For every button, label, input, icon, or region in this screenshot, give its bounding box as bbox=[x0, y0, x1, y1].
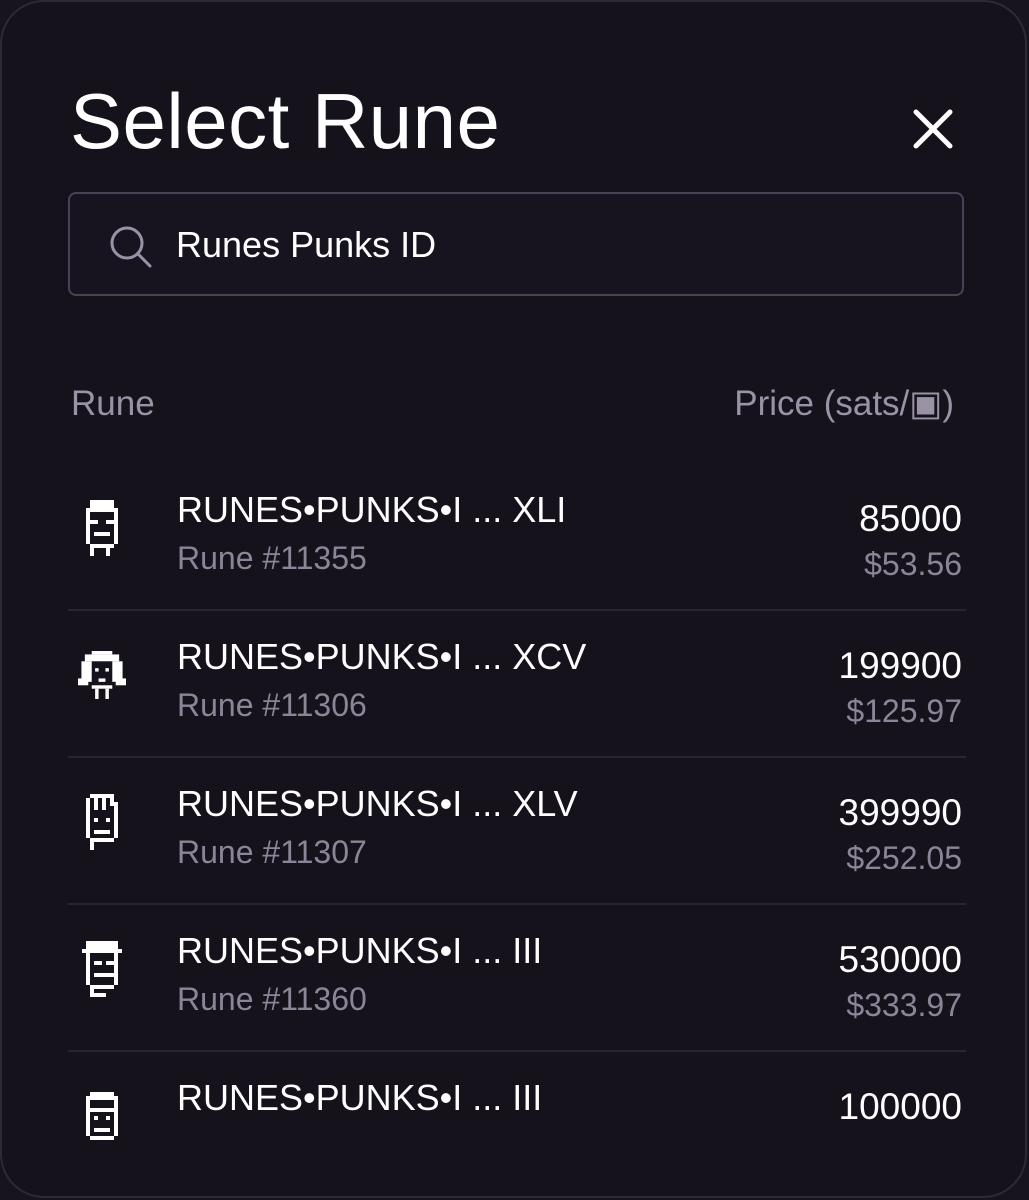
punk-avatar-icon bbox=[78, 651, 126, 699]
rune-row[interactable]: RUNES•PUNKS•I ... XLI Rune #11355 85000 … bbox=[68, 464, 966, 611]
rune-name: RUNES•PUNKS•I ... III bbox=[177, 930, 543, 971]
punk-avatar-icon bbox=[86, 1092, 118, 1140]
rune-number: Rune #11355 bbox=[177, 540, 367, 576]
price-usd: $252.05 bbox=[846, 840, 962, 876]
price-usd: $125.97 bbox=[846, 693, 962, 729]
column-header-rune: Rune bbox=[71, 384, 155, 423]
rune-name: RUNES•PUNKS•I ... XLI bbox=[177, 489, 567, 530]
rune-row[interactable]: RUNES•PUNKS•I ... XCV Rune #11306 199900… bbox=[68, 611, 966, 758]
rune-name: RUNES•PUNKS•I ... III bbox=[177, 1077, 543, 1118]
price-usd: $333.97 bbox=[846, 987, 962, 1023]
modal-title: Select Rune bbox=[70, 77, 501, 165]
price-sats: 530000 bbox=[838, 939, 962, 980]
punk-avatar-icon bbox=[82, 941, 122, 997]
punk-avatar-icon bbox=[86, 794, 118, 850]
price-sats: 199900 bbox=[838, 645, 962, 686]
price-usd: $53.56 bbox=[864, 546, 962, 582]
search-box[interactable] bbox=[68, 192, 964, 296]
punk-avatar-icon bbox=[86, 500, 118, 556]
rune-name: RUNES•PUNKS•I ... XCV bbox=[177, 636, 587, 677]
rune-row[interactable]: RUNES•PUNKS•I ... III Rune #11360 530000… bbox=[68, 905, 966, 1052]
search-icon bbox=[110, 226, 152, 268]
rune-number: Rune #11306 bbox=[177, 687, 367, 723]
search-input[interactable] bbox=[176, 216, 936, 274]
select-rune-modal: Select Rune Rune Price (sats/▣) bbox=[0, 0, 1027, 1198]
rune-list: RUNES•PUNKS•I ... XLI Rune #11355 85000 … bbox=[68, 464, 966, 1196]
close-button[interactable] bbox=[906, 102, 960, 156]
price-sats: 399990 bbox=[838, 792, 962, 833]
column-header-price[interactable]: Price (sats/▣) bbox=[734, 386, 954, 421]
price-sats: 85000 bbox=[859, 498, 962, 539]
close-icon bbox=[913, 109, 953, 149]
price-sats: 100000 bbox=[838, 1086, 962, 1127]
rune-number: Rune #11360 bbox=[177, 981, 367, 1017]
rune-name: RUNES•PUNKS•I ... XLV bbox=[177, 783, 578, 824]
rune-row[interactable]: RUNES•PUNKS•I ... XLV Rune #11307 399990… bbox=[68, 758, 966, 905]
rune-number: Rune #11307 bbox=[177, 834, 367, 870]
rune-row[interactable]: RUNES•PUNKS•I ... III 100000 bbox=[68, 1052, 966, 1196]
